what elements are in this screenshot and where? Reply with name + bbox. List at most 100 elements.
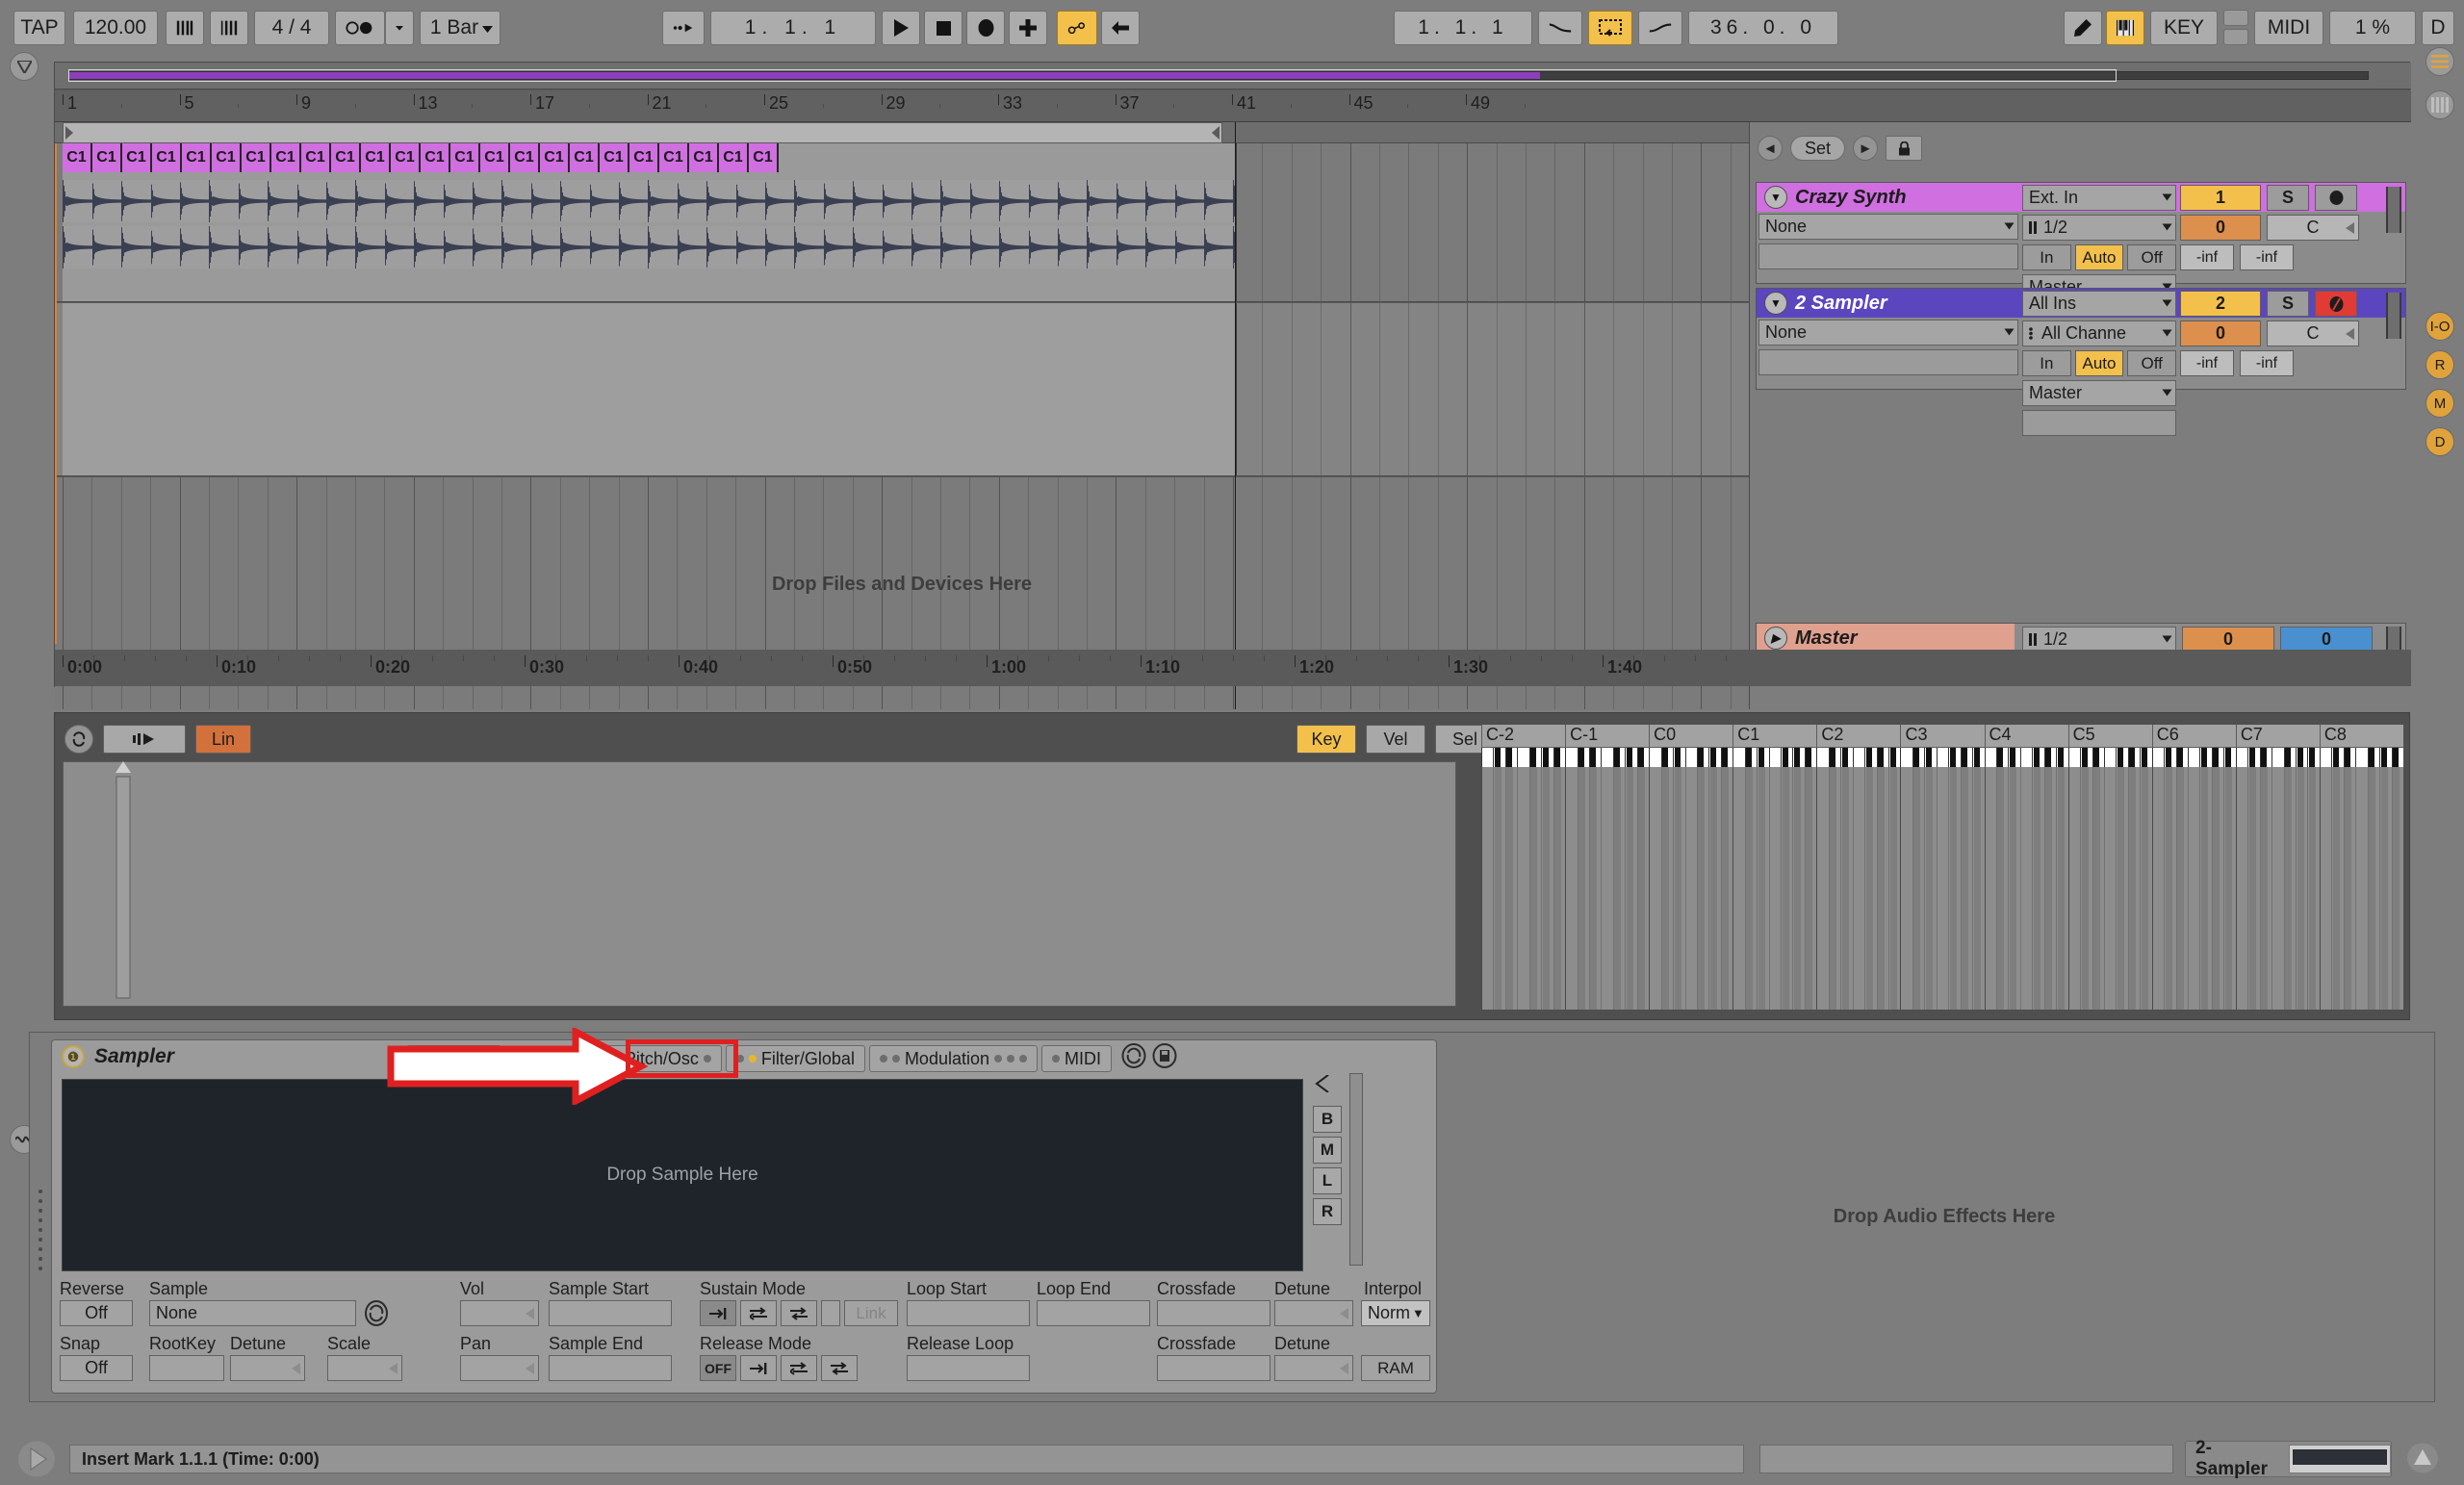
sustain-mode-backforth-button[interactable] — [781, 1300, 817, 1326]
black-key[interactable] — [1709, 748, 1716, 767]
collapse-status-icon[interactable] — [2406, 1443, 2439, 1479]
mixer-toggle-icon[interactable]: M — [2426, 389, 2454, 418]
sustain-mode-forward-button[interactable] — [740, 1300, 777, 1326]
midi-clip[interactable]: C1 — [122, 143, 152, 172]
hotswap-target-indicator[interactable]: 2-Sampler — [2185, 1438, 2392, 1479]
editor-vertical-scrollbar[interactable] — [115, 761, 132, 1007]
cue-volume[interactable]: 0 — [2280, 627, 2373, 653]
stop-button[interactable] — [924, 11, 962, 45]
sample-hotswap-icon[interactable] — [364, 1300, 389, 1332]
black-key[interactable] — [1722, 748, 1729, 767]
zone-scrollbar[interactable] — [1349, 1073, 1363, 1266]
nav-forward-icon[interactable]: ► — [1853, 136, 1879, 161]
piano-roll-grid[interactable] — [1481, 767, 2403, 1010]
midi-clip[interactable]: C1 — [719, 143, 749, 172]
clip-region-track2[interactable] — [63, 303, 1237, 475]
midi-clip[interactable]: C1 — [510, 143, 540, 172]
device-tab-zone[interactable]: Zone ▲ — [406, 1045, 501, 1072]
black-key[interactable] — [1626, 748, 1632, 767]
solo-button-1[interactable]: S — [2267, 185, 2309, 211]
tap-tempo-button[interactable]: TAP — [13, 11, 65, 45]
black-key[interactable] — [2117, 748, 2123, 767]
power-led-icon[interactable]: ❶ — [62, 1045, 85, 1068]
track-number-2[interactable]: 2 — [2180, 291, 2261, 317]
overdub-button[interactable] — [1009, 11, 1047, 45]
black-key[interactable] — [1662, 748, 1669, 767]
master-title[interactable]: ▶ Master — [1757, 624, 2015, 653]
pan-knob-1[interactable]: C — [2267, 215, 2359, 241]
sustain-mode-off-button[interactable] — [700, 1300, 736, 1326]
monitor-off-1[interactable]: Off — [2127, 244, 2177, 270]
device-slot-1[interactable]: None — [1758, 214, 2018, 240]
metronome-icon[interactable] — [166, 11, 204, 45]
vol-field[interactable] — [460, 1300, 539, 1326]
set-label[interactable]: Set — [1790, 136, 1846, 161]
zone-button-l[interactable]: L — [1313, 1167, 1342, 1194]
loop-toggle-button[interactable] — [1588, 11, 1632, 45]
monitor-in-1[interactable]: In — [2022, 244, 2071, 270]
track-strip-1[interactable]: ▼ Crazy Synth None Ext. In 1/2 In Auto O… — [1756, 182, 2406, 330]
track-strip-2[interactable]: ▼ 2 Sampler None All Ins All Channe In A… — [1756, 288, 2406, 436]
track-number-1[interactable]: 1 — [2180, 185, 2261, 211]
detune-field-3[interactable] — [1274, 1355, 1353, 1381]
audio-from-1[interactable]: Ext. In — [2022, 185, 2176, 211]
quantization-dropdown[interactable]: 1 Bar — [420, 11, 500, 45]
preview-button[interactable] — [103, 725, 186, 754]
clip-region-track1[interactable]: C1 C1 C1 C1 C1 C1 C1 C1 C1 C1 C1 C1 C1 C1 C1 C1 C1 C1 C1 C1… — [63, 143, 1237, 301]
midi-clip[interactable]: C1 — [242, 143, 271, 172]
midi-clip[interactable]: C1 — [271, 143, 301, 172]
black-key[interactable] — [2332, 748, 2339, 767]
black-key[interactable] — [2297, 748, 2303, 767]
arrangement-position-field[interactable]: 1. 1. 1 — [710, 11, 876, 45]
black-key[interactable] — [2224, 748, 2231, 767]
detune-field-2[interactable] — [230, 1355, 305, 1381]
black-key[interactable] — [2165, 748, 2171, 767]
back-to-arrangement-button[interactable] — [1101, 11, 1140, 45]
nav-back-icon[interactable]: ◄ — [1758, 136, 1783, 161]
scale-field[interactable] — [327, 1355, 402, 1381]
black-key[interactable] — [1494, 748, 1501, 767]
status-play-icon[interactable] — [17, 1441, 56, 1483]
device-tab-sample[interactable]: Sample — [505, 1045, 585, 1072]
audio-to-channel-2[interactable] — [2022, 410, 2176, 436]
black-key[interactable] — [1865, 748, 1872, 767]
track-fold-icon[interactable]: ▼ — [1764, 292, 1787, 315]
midi-clip[interactable]: C1 — [480, 143, 510, 172]
ram-button[interactable]: RAM — [1361, 1355, 1430, 1381]
black-key[interactable] — [2248, 748, 2255, 767]
browser-toggle-icon[interactable] — [10, 52, 38, 81]
black-key[interactable] — [1614, 748, 1621, 767]
black-key[interactable] — [2393, 748, 2400, 767]
black-key[interactable] — [1793, 748, 1800, 767]
black-key[interactable] — [1782, 748, 1788, 767]
hamburger-menu-icon[interactable] — [2426, 47, 2454, 76]
midi-clip[interactable]: C1 — [450, 143, 480, 172]
midi-clip[interactable]: C1 — [421, 143, 450, 172]
follow-dropdown[interactable] — [385, 11, 414, 45]
release-mode-forward-button[interactable] — [740, 1355, 777, 1381]
black-key[interactable] — [1746, 748, 1753, 767]
draw-mode-button[interactable] — [2064, 11, 2102, 45]
black-key[interactable] — [1949, 748, 1956, 767]
lock-envelopes-icon[interactable] — [1886, 136, 1923, 161]
black-key[interactable] — [2033, 748, 2040, 767]
pan-field[interactable] — [460, 1355, 539, 1381]
detune-field-1[interactable] — [1274, 1300, 1353, 1326]
black-key[interactable] — [2129, 748, 2136, 767]
solo-button-2[interactable]: S — [2267, 291, 2309, 317]
punch-in-icon[interactable] — [662, 11, 705, 45]
black-key[interactable] — [2200, 748, 2207, 767]
arm-button-1[interactable] — [2315, 185, 2357, 211]
arrangement-overview[interactable] — [55, 63, 2411, 90]
device-drag-handle[interactable] — [36, 1187, 45, 1273]
black-key[interactable] — [1913, 748, 1920, 767]
pan-knob-2[interactable]: C — [2267, 320, 2359, 346]
midi-clip[interactable]: C1 — [570, 143, 600, 172]
midi-map-button[interactable]: MIDI — [2254, 11, 2323, 45]
device-save-preset-icon[interactable] — [1152, 1043, 1177, 1074]
black-key[interactable] — [2308, 748, 2315, 767]
automation-arm-button[interactable] — [1057, 11, 1097, 45]
black-key[interactable] — [1542, 748, 1549, 767]
linear-mode-button[interactable]: Lin — [195, 725, 251, 754]
device-tab-midi[interactable]: MIDI — [1041, 1045, 1112, 1072]
